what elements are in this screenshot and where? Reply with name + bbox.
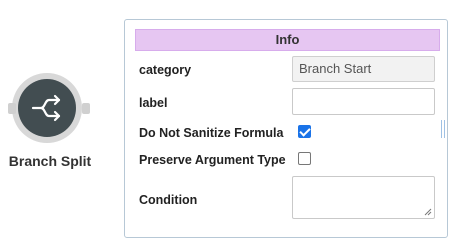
inspector-panel: Info category Branch Start label Do Not … [124,19,448,238]
node-input-port[interactable] [8,103,16,114]
do-not-sanitize-label: Do Not Sanitize Formula [139,126,284,140]
category-field: Branch Start [292,56,435,82]
label-input[interactable] [292,88,435,115]
category-label: category [139,63,192,77]
branch-split-node[interactable]: Branch Split [8,70,92,174]
resize-grip-icon[interactable] [424,208,432,216]
preserve-argument-type-checkbox[interactable] [298,152,311,165]
condition-label: Condition [139,193,198,207]
branch-split-icon [18,79,76,137]
panel-scroll-handle[interactable] [441,120,445,138]
condition-textarea[interactable] [292,176,435,219]
label-label: label [139,96,168,110]
node-label: Branch Split [8,153,92,169]
do-not-sanitize-checkbox[interactable] [298,125,311,138]
panel-header: Info [135,29,440,51]
preserve-argument-type-label: Preserve Argument Type [139,153,286,167]
node-output-port[interactable] [82,103,90,114]
